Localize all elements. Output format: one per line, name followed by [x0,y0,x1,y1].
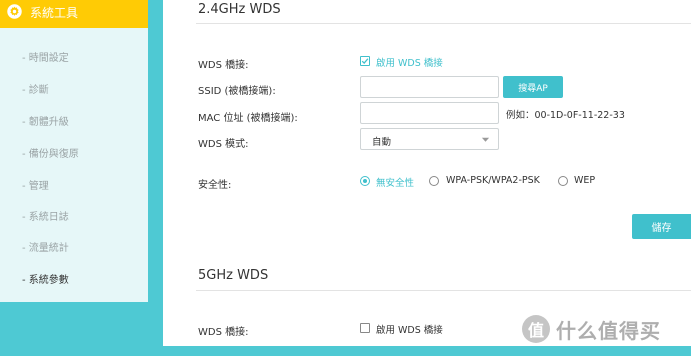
section-title-24ghz-wds: 2.4GHz WDS [198,2,281,17]
sidebar-item-time-settings[interactable]: - 時間設定 [22,49,69,64]
sidebar-item-administration[interactable]: - 管理 [22,177,49,192]
mac-example-hint: 例如：00-1D-0F-11-22-33 [506,110,625,121]
save-button[interactable]: 儲存 [632,214,691,239]
section-divider [196,290,691,291]
security-none-radio[interactable] [360,176,370,186]
watermark-logo: 值 [522,315,550,343]
section-divider [196,23,691,24]
wds-bridge-label: WDS 橋接: [198,60,249,71]
sidebar-item-diagnostics[interactable]: - 診斷 [22,81,49,96]
watermark-text: 什么值得买 [556,318,661,343]
security-wpa-label[interactable]: WPA-PSK/WPA2-PSK [446,175,540,186]
security-label: 安全性: [198,180,232,191]
sidebar: 系統工具 - 時間設定 - 診斷 - 韌體升級 - 備份與復原 - 管理 - 系… [0,0,148,302]
mac-address-label: MAC 位址 (被橋接端): [198,113,298,124]
wds-mode-value: 自動 [372,137,392,148]
enable-wds5-checkbox[interactable] [360,323,370,333]
sidebar-item-system-parameters[interactable]: - 系統參數 [22,271,69,286]
scan-ap-button[interactable]: 搜尋AP [503,76,563,98]
security-wep-radio[interactable] [558,176,568,186]
sidebar-item-traffic-statistics[interactable]: - 流量統計 [22,239,69,254]
wds5-bridge-label: WDS 橋接: [198,327,249,338]
enable-wds5-label[interactable]: 啟用 WDS 橋接 [376,322,443,336]
sidebar-title: 系統工具 [30,6,79,20]
enable-wds-label[interactable]: 啟用 WDS 橋接 [376,55,443,69]
wds-mode-select[interactable]: 自動 [360,128,499,150]
sidebar-header-system-tools[interactable]: 系統工具 [0,0,148,28]
enable-wds-checkbox[interactable] [360,56,370,66]
sidebar-item-firmware-upgrade[interactable]: - 韌體升級 [22,113,69,128]
security-wep-label[interactable]: WEP [574,175,595,186]
sidebar-item-backup-restore[interactable]: - 備份與復原 [22,145,79,160]
watermark: 值 什么值得买 [522,314,661,344]
security-wpa-radio[interactable] [429,176,439,186]
ssid-label: SSID (被橋接端): [198,86,276,97]
section-title-5ghz-wds: 5GHz WDS [198,268,269,283]
ssid-input[interactable] [360,76,499,98]
check-icon [361,58,369,65]
gear-icon [7,4,22,19]
mac-address-input[interactable] [360,102,499,124]
sidebar-item-system-log[interactable]: - 系統日誌 [22,208,69,223]
chevron-down-icon [481,137,490,142]
security-none-label[interactable]: 無安全性 [376,175,414,189]
wds-mode-label: WDS 模式: [198,139,249,150]
main-panel: 2.4GHz WDS WDS 橋接: 啟用 WDS 橋接 SSID (被橋接端)… [163,0,691,346]
